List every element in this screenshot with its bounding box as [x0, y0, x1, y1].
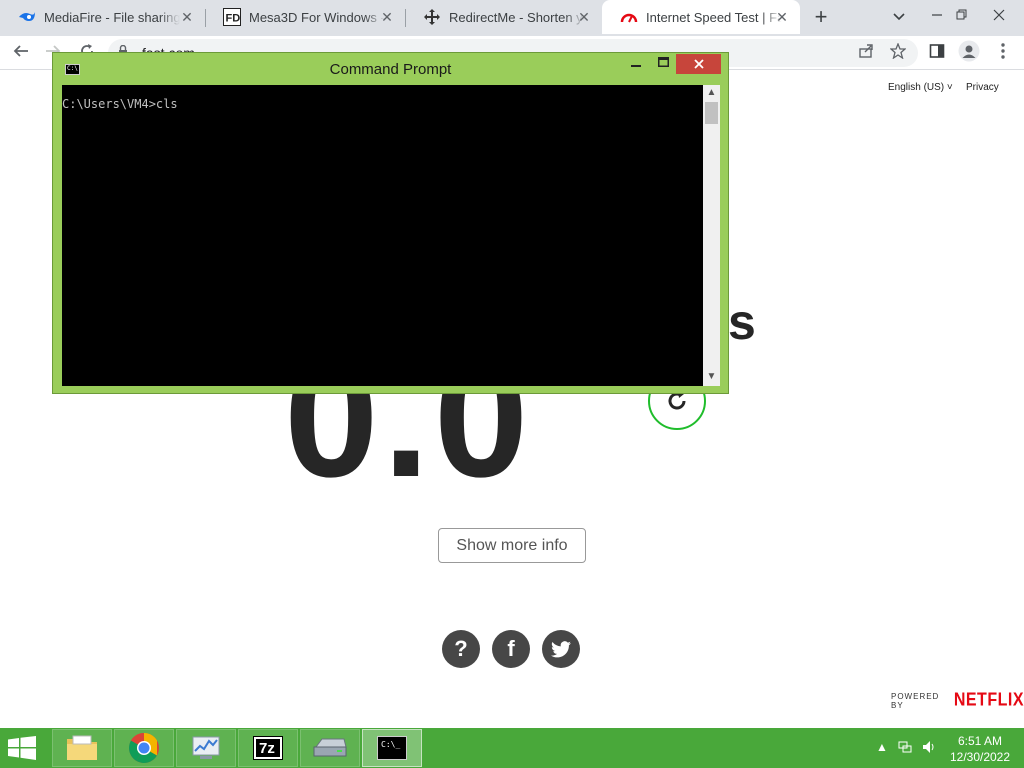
task-manager-icon[interactable] — [176, 729, 236, 767]
new-tab-button[interactable]: + — [808, 6, 834, 30]
restore-icon[interactable] — [947, 4, 977, 30]
facebook-glyph: f — [507, 636, 515, 661]
language-label: English (US) — [888, 82, 945, 93]
profile-avatar-icon[interactable] — [956, 40, 982, 66]
tab-fast-com[interactable]: Internet Speed Test | Fast.com ✕ — [602, 0, 800, 34]
twitter-icon[interactable] — [542, 630, 580, 668]
scroll-up-icon[interactable]: ▲ — [703, 85, 720, 101]
7zip-icon[interactable]: 7z — [238, 729, 298, 767]
7zip-label: 7z — [259, 740, 275, 757]
cmd-maximize-icon[interactable] — [650, 55, 676, 75]
scroll-thumb[interactable] — [705, 102, 718, 124]
svg-text:FD: FD — [226, 13, 241, 25]
bookmark-star-icon[interactable] — [885, 40, 911, 66]
clock[interactable]: 6:51 AM 12/30/2022 — [940, 733, 1020, 765]
menu-kebab-icon[interactable] — [990, 40, 1016, 66]
scroll-down-icon[interactable]: ▼ — [703, 369, 720, 385]
netflix-logo: NETFLIX — [953, 690, 1024, 711]
speed-units: s — [728, 294, 756, 350]
mediafire-icon — [18, 8, 36, 26]
taskbar: 7z C:\_ ▲ 6:51 AM 12/30/2022 — [0, 728, 1024, 768]
chrome-icon[interactable] — [114, 729, 174, 767]
network-icon[interactable] — [898, 740, 912, 757]
twitter-bird-icon — [551, 640, 571, 657]
tab-mesa3d[interactable]: FD Mesa3D For Windows - FD ✕ — [205, 0, 406, 34]
facebook-icon[interactable]: f — [492, 630, 530, 668]
privacy-link[interactable]: Privacy — [966, 82, 999, 93]
powered-by-netflix[interactable]: POWERED BY NETFLIX — [891, 690, 1024, 711]
clock-date: 12/30/2022 — [949, 750, 1011, 764]
tray-chevron-icon[interactable]: ▲ — [876, 740, 888, 757]
tab-redirectme[interactable]: RedirectMe - Shorten your links ✕ — [405, 0, 602, 34]
language-selector[interactable]: English (US) ˅ — [888, 82, 953, 93]
close-icon[interactable] — [984, 4, 1014, 30]
drive-icon[interactable] — [300, 729, 360, 767]
cmd-minimize-icon[interactable] — [623, 55, 649, 75]
tab-title: Internet Speed Test | Fast.com — [646, 9, 782, 25]
fd-icon: FD — [223, 8, 241, 26]
console-line: C:\Users\VM4>cls — [62, 97, 178, 111]
powered-by-label: POWERED BY — [891, 692, 940, 710]
speedometer-icon — [620, 8, 638, 26]
tab-close-icon[interactable]: ✕ — [379, 9, 395, 25]
cmd-taskbar-label: C:\_ — [381, 740, 401, 749]
help-glyph: ? — [454, 636, 468, 661]
console-scrollbar[interactable]: ▲ ▼ — [703, 85, 720, 386]
tab-mediafire[interactable]: MediaFire - File sharing and storage ✕ — [0, 0, 206, 34]
tab-close-icon[interactable]: ✕ — [179, 9, 195, 25]
tab-close-icon[interactable]: ✕ — [576, 9, 592, 25]
console-output[interactable]: C:\Users\VM4>cls — [62, 85, 703, 386]
system-tray: ▲ — [876, 740, 936, 757]
cmd-icon[interactable]: C:\_ — [362, 729, 422, 767]
command-prompt-window[interactable]: C:\ Command Prompt C:\Users\VM4>cls ▲ ▼ — [52, 52, 729, 394]
volume-icon[interactable] — [922, 740, 936, 757]
tab-search-icon[interactable] — [884, 4, 914, 30]
tab-title: MediaFire - File sharing and storage — [44, 9, 180, 25]
tab-strip: MediaFire - File sharing and storage ✕ F… — [0, 0, 1024, 36]
tab-close-icon[interactable]: ✕ — [774, 9, 790, 25]
cmd-close-icon[interactable] — [676, 54, 721, 74]
move-arrows-icon — [423, 8, 441, 26]
tab-title: Mesa3D For Windows - FD — [249, 9, 385, 25]
windows-start-icon[interactable] — [8, 736, 38, 760]
back-arrow-icon[interactable] — [8, 40, 34, 66]
file-explorer-icon[interactable] — [52, 729, 112, 767]
tab-title: RedirectMe - Shorten your links — [449, 9, 585, 25]
show-more-info-button[interactable]: Show more info — [438, 528, 586, 563]
clock-time: 6:51 AM — [957, 734, 1003, 748]
share-icon[interactable] — [853, 40, 879, 66]
help-icon[interactable]: ? — [442, 630, 480, 668]
side-panel-icon[interactable] — [924, 40, 950, 66]
